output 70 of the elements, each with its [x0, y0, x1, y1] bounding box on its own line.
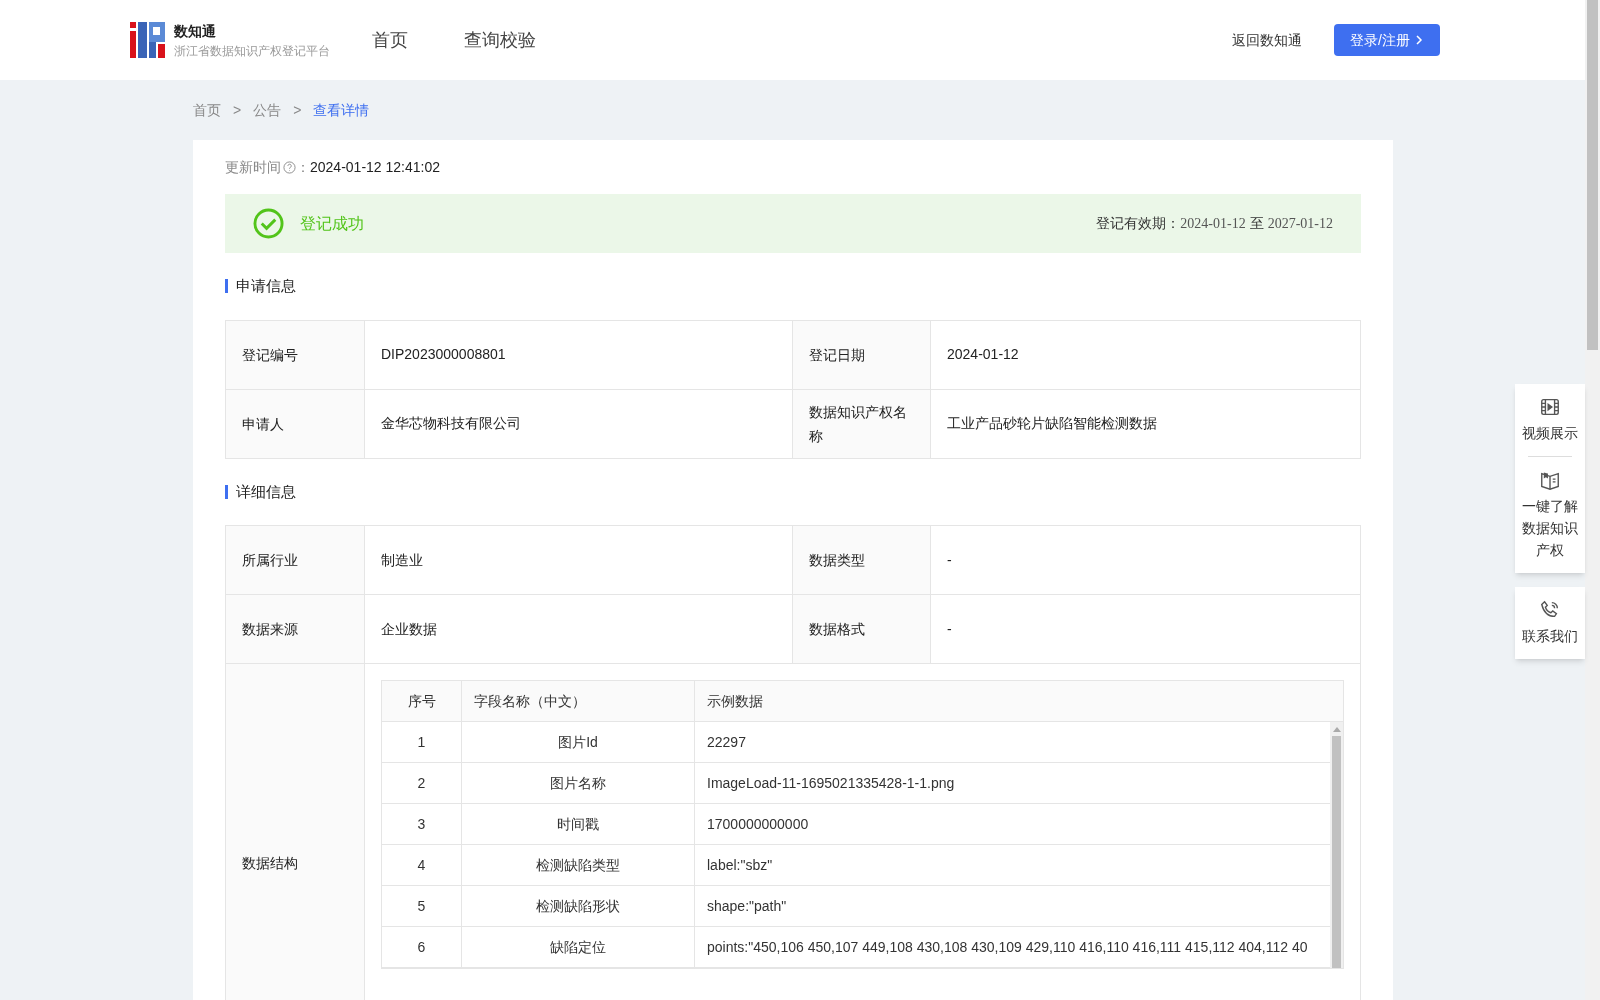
field-label: 数据知识产权名称 — [809, 402, 908, 446]
validity-to-word: 至 — [1249, 214, 1264, 233]
chevron-right-icon — [1414, 35, 1424, 45]
login-button[interactable]: 登录/注册 — [1334, 24, 1440, 56]
nav-link[interactable]: 首页 — [372, 26, 408, 54]
table-cell-text: 3 — [417, 814, 426, 834]
update-time: 2024-01-12 12:41:02 — [310, 157, 440, 177]
table-cell-text: 5 — [417, 896, 426, 916]
side-button[interactable]: 联系我们 — [1515, 587, 1585, 659]
table-cell-text: 22297 — [707, 732, 746, 752]
logo-title: 数知通 — [174, 21, 217, 41]
column-header: 序号 — [407, 691, 436, 711]
status-text: 登记成功 — [300, 213, 364, 234]
update-label: 更新时间 — [225, 157, 281, 177]
field-value: 2024-01-12 — [947, 345, 1019, 364]
section-title: 申请信息 — [236, 276, 296, 296]
field-value: 制造业 — [381, 550, 423, 570]
field-value: DIP2023000008801 — [381, 345, 506, 364]
field-label: 登记编号 — [242, 345, 299, 365]
logo-icon — [130, 22, 166, 58]
field-label: 申请人 — [242, 414, 285, 434]
field-label: 数据类型 — [809, 551, 866, 570]
table-cell-text: 4 — [417, 855, 426, 875]
table-cell-text: 图片名称 — [550, 773, 606, 793]
column-header: 示例数据 — [707, 691, 763, 711]
back-link[interactable]: 返回数知通 — [1232, 29, 1303, 51]
section-title: 详细信息 — [236, 481, 296, 502]
table-cell-text: 图片Id — [558, 732, 598, 752]
column-header: 字段名称（中文） — [474, 691, 586, 711]
field-value: 金华芯物科技有限公司 — [381, 414, 521, 433]
breadcrumb-separator: > — [293, 100, 302, 120]
table-cell-text: 检测缺陷形状 — [536, 896, 620, 916]
section-marker — [225, 279, 228, 294]
field-value: 工业产品砂轮片缺陷智能检测数据 — [947, 414, 1157, 433]
breadcrumb-separator: > — [233, 100, 242, 120]
update-colon: ： — [296, 157, 310, 177]
table-cell-text: 缺陷定位 — [550, 937, 606, 957]
field-label: 数据来源 — [242, 620, 299, 639]
field-value: - — [947, 550, 952, 570]
side-button[interactable]: 视频展示 — [1517, 396, 1583, 444]
breadcrumb-link[interactable]: 查看详情 — [313, 99, 370, 121]
table-cell-text: 6 — [417, 937, 426, 957]
nav-link[interactable]: 查询校验 — [464, 26, 536, 54]
field-value: - — [947, 619, 952, 639]
field-label: 所属行业 — [242, 551, 299, 570]
check-circle-icon — [253, 208, 284, 239]
table-cell-text: 1700000000000 — [707, 814, 809, 834]
table-cell-text: 时间戳 — [557, 814, 599, 834]
validity-from: 2024-01-12 — [1180, 215, 1246, 233]
field-label: 登记日期 — [809, 345, 866, 365]
section-marker — [225, 484, 228, 499]
field-value: 企业数据 — [381, 619, 437, 639]
field-label: 数据格式 — [809, 620, 866, 639]
page-scrollbar[interactable] — [1585, 0, 1600, 1000]
validity-label: 登记有效期： — [1096, 214, 1181, 233]
table-cell-text: ImageLoad-11-1695021335428-1-1.png — [707, 773, 955, 793]
scrollbar[interactable] — [1330, 722, 1343, 968]
table-cell-text: 2 — [417, 773, 426, 793]
help-icon — [283, 160, 296, 174]
logo-subtitle: 浙江省数据知识产权登记平台 — [174, 42, 330, 60]
field-label: 数据结构 — [242, 854, 298, 873]
scroll-up-icon — [1332, 726, 1341, 732]
table-cell-text: shape:"path" — [707, 896, 787, 916]
table-cell-text: 检测缺陷类型 — [536, 855, 620, 875]
film-icon — [1539, 396, 1561, 418]
table-cell-text: label:"sbz" — [707, 855, 773, 875]
validity-to: 2027-01-12 — [1267, 215, 1333, 233]
side-button[interactable]: 一键了解数据知识产权 — [1517, 469, 1583, 561]
table-cell-text: points:"450,106 450,107 449,108 430,108 430,109 429,110 416,110 416,111 415,112 404,112 40 — [707, 937, 1308, 957]
table-cell-text: 1 — [417, 732, 426, 752]
